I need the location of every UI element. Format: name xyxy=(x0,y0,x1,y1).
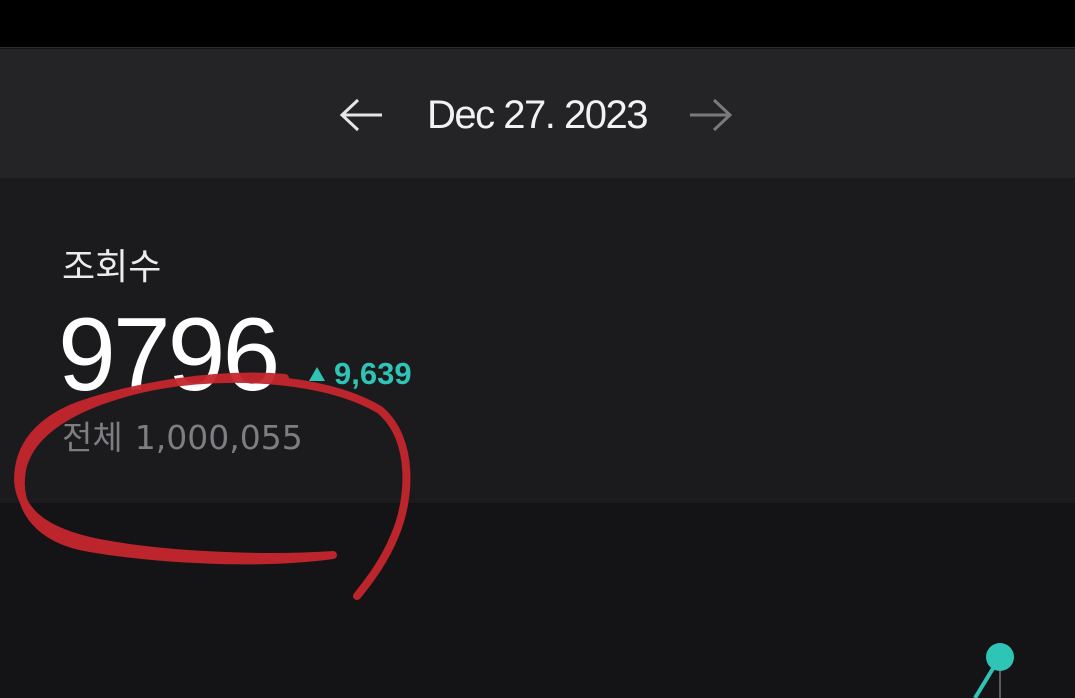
delta-value: 9,639 xyxy=(334,356,412,391)
views-stats-card: 조회수 9796 9,639 전체 1,000,055 xyxy=(0,178,1075,503)
metric-label: 조회수 xyxy=(62,247,162,288)
next-date-button[interactable] xyxy=(686,90,736,140)
current-date: Dec 27. 2023 xyxy=(427,93,648,137)
date-navigation-bar: Dec 27. 2023 xyxy=(0,49,1075,178)
triangle-up-icon xyxy=(309,367,325,381)
title-partial-glyph xyxy=(490,0,570,8)
stats-screen: Dec 27. 2023 조회수 9796 9,639 전체 1,000,055 xyxy=(0,0,1075,698)
previous-date-button[interactable] xyxy=(336,90,386,140)
total-value: 1,000,055 xyxy=(134,418,303,457)
metric-value: 9796 xyxy=(58,297,280,413)
total-views: 전체 1,000,055 xyxy=(62,416,303,460)
top-app-bar xyxy=(0,0,1075,48)
arrow-left-icon xyxy=(339,98,382,132)
chart-area xyxy=(0,503,1075,698)
back-chevron-icon[interactable] xyxy=(52,0,76,10)
delta-change: 9,639 xyxy=(308,354,412,394)
chart-data-point xyxy=(986,643,1014,671)
arrow-right-icon xyxy=(690,98,733,132)
chart-fragment xyxy=(973,643,1014,698)
total-label: 전체 xyxy=(62,418,123,457)
